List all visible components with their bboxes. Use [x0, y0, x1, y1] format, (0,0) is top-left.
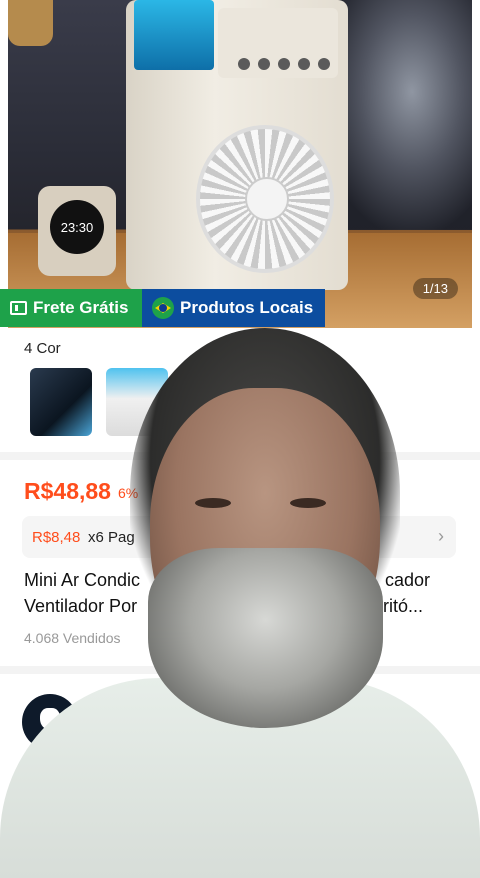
image-counter: 1/13 — [412, 278, 458, 299]
product-image-carousel[interactable]: 23:30 — [8, 0, 472, 328]
installment-amount: R$8,48 — [32, 529, 81, 546]
product-title-line1: Mini Ar Condic — [24, 570, 141, 590]
section-divider — [0, 452, 480, 460]
product-badges: Frete Grátis Produtos Locais — [0, 289, 325, 327]
free-shipping-label: Frete Grátis — [33, 298, 129, 317]
presenter-eye — [290, 498, 326, 508]
control-button-icon — [238, 58, 250, 70]
fan-grille — [196, 125, 334, 273]
control-button-icon — [258, 58, 270, 70]
clock-face: 23:30 — [50, 200, 104, 254]
installment-row[interactable]: R$8,48 x6 Pag › — [22, 516, 456, 558]
desk-clock: 23:30 — [38, 186, 116, 276]
product-title-line2-end: ritó... — [383, 596, 424, 616]
product-title-line2: Ventilador Por — [24, 596, 138, 616]
sold-count: 4.068 Vendidos — [24, 630, 121, 646]
presenter-beard — [148, 548, 383, 728]
product-title-line1-end: cador — [385, 570, 431, 590]
control-button-icon — [298, 58, 310, 70]
presenter-hair — [130, 328, 400, 658]
installment-text: x6 Pag — [88, 529, 135, 546]
brazil-flag-icon — [152, 297, 174, 319]
shipping-icon — [10, 301, 27, 315]
shop-avatar[interactable] — [22, 694, 78, 750]
variant-thumbnail[interactable] — [30, 368, 92, 436]
lamp-shade — [8, 0, 53, 46]
free-shipping-badge: Frete Grátis — [0, 289, 142, 327]
control-button-icon — [318, 58, 330, 70]
control-button-icon — [278, 58, 290, 70]
variant-count-label: 4 Cor — [24, 340, 61, 357]
chevron-right-icon: › — [438, 526, 444, 546]
presenter-eye — [195, 498, 231, 508]
local-products-label: Produtos Locais — [180, 298, 314, 317]
air-cooler-product — [126, 0, 348, 290]
local-products-badge: Produtos Locais — [142, 289, 325, 327]
section-divider — [0, 666, 480, 674]
water-tank — [134, 0, 214, 70]
price: R$48,88 — [24, 478, 111, 504]
variant-thumbnail[interactable] — [106, 368, 168, 436]
discount-badge: 6% — [118, 485, 139, 501]
